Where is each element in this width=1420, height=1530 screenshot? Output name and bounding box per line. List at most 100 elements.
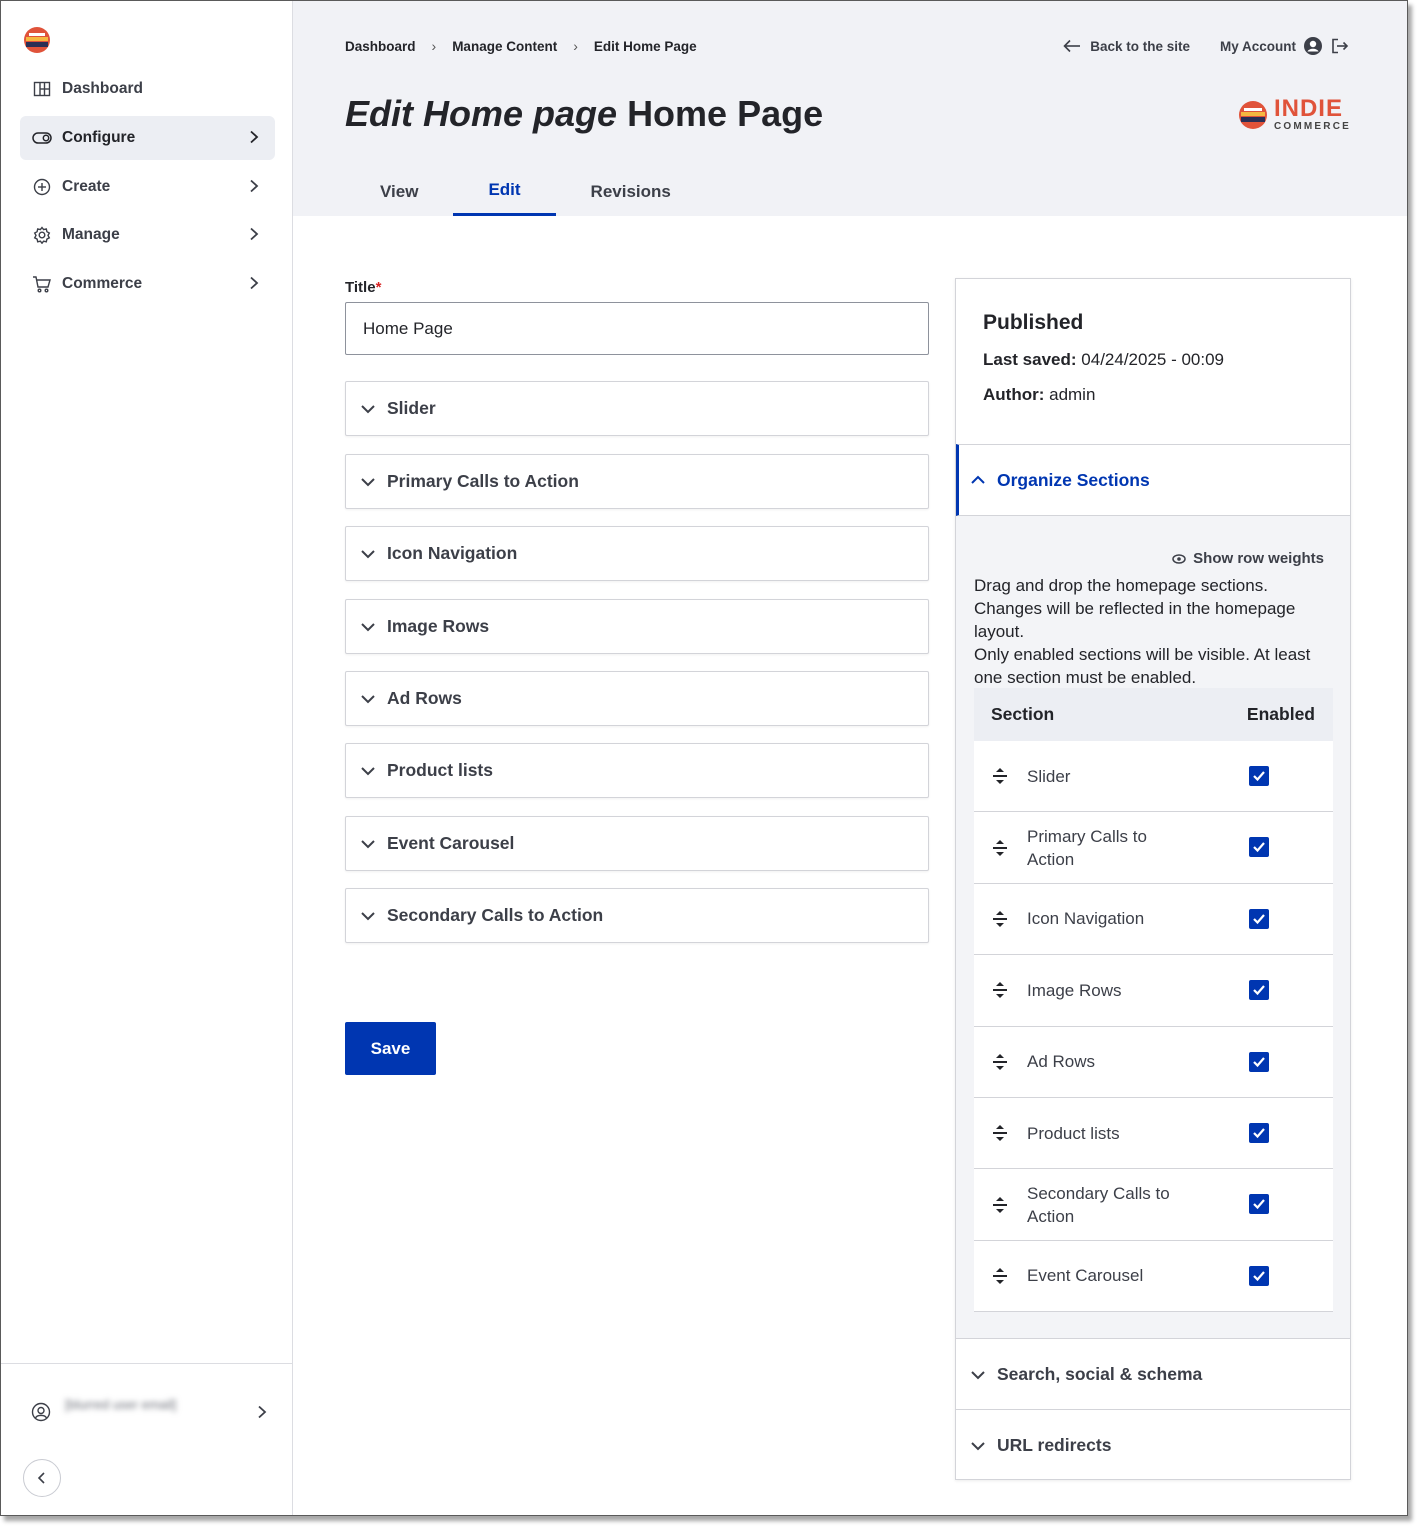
sidebar-item-dashboard[interactable]: Dashboard bbox=[20, 67, 275, 111]
sidebar-item-commerce[interactable]: Commerce bbox=[20, 262, 275, 306]
sidebar-item-label: Commerce bbox=[62, 275, 143, 292]
author-label: Author: bbox=[983, 385, 1045, 404]
title-label-text: Title bbox=[345, 279, 376, 296]
account-avatar-icon[interactable] bbox=[1303, 36, 1323, 56]
section-name: Ad Rows bbox=[1027, 1052, 1096, 1072]
enabled-checkbox[interactable] bbox=[1249, 908, 1269, 929]
enabled-checkbox[interactable] bbox=[1249, 1265, 1269, 1286]
section-name: Primary Calls to Action bbox=[1027, 826, 1147, 869]
chevron-right-icon bbox=[250, 227, 259, 241]
author: Author: admin bbox=[983, 385, 1095, 405]
breadcrumb-current: Edit Home Page bbox=[593, 38, 697, 54]
table-row: Event Carousel bbox=[974, 1240, 1333, 1313]
table-row: Product lists bbox=[974, 1097, 1333, 1170]
sidebar-item-create[interactable]: Create bbox=[20, 165, 275, 209]
collapse-sidebar-button[interactable] bbox=[23, 1459, 61, 1497]
show-row-weights-button[interactable]: Show row weights bbox=[1172, 550, 1324, 567]
eye-icon bbox=[1172, 553, 1186, 564]
section-name: Product lists bbox=[1027, 1123, 1120, 1143]
table-header: Section Enabled bbox=[974, 688, 1333, 741]
arrow-left-icon bbox=[1063, 39, 1081, 53]
table-row: Ad Rows bbox=[974, 1026, 1333, 1098]
drag-handle-icon[interactable] bbox=[992, 839, 1008, 857]
section-name: Slider bbox=[1027, 766, 1071, 786]
save-button[interactable]: Save bbox=[345, 1022, 436, 1075]
sidebar-item-label: Dashboard bbox=[62, 80, 143, 97]
breadcrumb-separator: › bbox=[573, 38, 578, 54]
back-link-label: Back to the site bbox=[1090, 38, 1190, 54]
enabled-checkbox[interactable] bbox=[1249, 766, 1269, 786]
accordion-ad-rows[interactable]: Ad Rows bbox=[345, 671, 929, 726]
indie-commerce-logo-icon bbox=[1238, 100, 1267, 129]
tab-view[interactable]: View bbox=[345, 167, 453, 216]
gear-icon bbox=[32, 225, 52, 245]
app-logo-icon[interactable] bbox=[22, 25, 52, 55]
drag-handle-icon[interactable] bbox=[992, 1124, 1008, 1142]
section-toggle-label: URL redirects bbox=[997, 1435, 1112, 1455]
accordion-icon-navigation[interactable]: Icon Navigation bbox=[345, 526, 929, 581]
check-icon bbox=[1253, 914, 1265, 924]
my-account-link[interactable]: My Account bbox=[1220, 39, 1296, 54]
enabled-checkbox[interactable] bbox=[1249, 1194, 1269, 1215]
accordion-slider[interactable]: Slider bbox=[345, 381, 929, 436]
chevron-left-icon bbox=[37, 1472, 45, 1484]
accordion-product-lists[interactable]: Product lists bbox=[345, 743, 929, 798]
organize-description-line: Only enabled sections will be visible. A… bbox=[974, 645, 1311, 687]
page-title-rest: Home Page bbox=[627, 93, 824, 134]
organize-sections-toggle[interactable]: Organize Sections bbox=[956, 444, 1350, 516]
section-name: Event Carousel bbox=[1027, 1266, 1144, 1286]
check-icon bbox=[1253, 1199, 1265, 1210]
organize-description-line: Drag and drop the homepage sections. Cha… bbox=[974, 576, 1296, 641]
logout-icon[interactable] bbox=[1331, 38, 1349, 54]
drag-handle-icon[interactable] bbox=[992, 1196, 1008, 1214]
accordion-event-carousel[interactable]: Event Carousel bbox=[345, 816, 929, 871]
accordion-image-rows[interactable]: Image Rows bbox=[345, 599, 929, 654]
breadcrumb-link-manage-content[interactable]: Manage Content bbox=[452, 39, 557, 54]
enabled-checkbox[interactable] bbox=[1249, 980, 1269, 1001]
url-redirects-toggle[interactable]: URL redirects bbox=[956, 1409, 1350, 1481]
column-header-section: Section bbox=[991, 704, 1055, 724]
user-email: [blurred user email] bbox=[65, 1397, 177, 1412]
last-saved-value: 04/24/2025 - 00:09 bbox=[1081, 350, 1225, 369]
drag-handle-icon[interactable] bbox=[992, 767, 1008, 785]
dashboard-icon bbox=[32, 79, 52, 99]
sidebar-item-label: Create bbox=[62, 178, 111, 195]
accordion-primary-calls-to-action[interactable]: Primary Calls to Action bbox=[345, 454, 929, 509]
organize-description: Drag and drop the homepage sections. Cha… bbox=[974, 574, 1334, 689]
chevron-right-icon bbox=[250, 179, 259, 193]
title-input[interactable] bbox=[345, 302, 929, 355]
chevron-right-icon bbox=[250, 130, 259, 144]
organize-sections-body: Show row weights Drag and drop the homep… bbox=[956, 516, 1350, 1338]
drag-handle-icon[interactable] bbox=[992, 1267, 1008, 1285]
plus-circle-icon bbox=[32, 177, 52, 197]
enabled-checkbox[interactable] bbox=[1249, 1051, 1269, 1072]
sidebar-item-label: Manage bbox=[62, 226, 120, 243]
sidebar-footer: [blurred user email] bbox=[1, 1363, 292, 1515]
breadcrumb-separator: › bbox=[431, 38, 437, 54]
search-social-schema-toggle[interactable]: Search, social & schema bbox=[956, 1338, 1350, 1410]
title-label: Title* bbox=[345, 279, 381, 296]
user-menu[interactable]: [blurred user email] bbox=[31, 1394, 271, 1430]
accordion-secondary-calls-to-action[interactable]: Secondary Calls to Action bbox=[345, 888, 929, 943]
drag-handle-icon[interactable] bbox=[992, 1053, 1008, 1071]
check-icon bbox=[1253, 771, 1265, 782]
sidebar-item-configure[interactable]: Configure bbox=[20, 116, 275, 160]
chevron-down-icon bbox=[360, 619, 376, 635]
chevron-right-icon bbox=[250, 276, 259, 290]
tab-edit[interactable]: Edit bbox=[453, 167, 556, 216]
drag-handle-icon[interactable] bbox=[992, 910, 1008, 928]
breadcrumb-link-dashboard[interactable]: Dashboard bbox=[345, 39, 416, 54]
back-to-site-link[interactable]: Back to the site bbox=[1063, 39, 1190, 54]
status-heading: Published bbox=[983, 311, 1084, 334]
enabled-checkbox[interactable] bbox=[1249, 837, 1269, 858]
last-saved: Last saved: 04/24/2025 - 00:09 bbox=[983, 350, 1224, 370]
enabled-checkbox[interactable] bbox=[1249, 1122, 1269, 1143]
chevron-down-icon bbox=[360, 546, 376, 562]
chevron-down-icon bbox=[970, 1367, 986, 1383]
cart-icon bbox=[32, 274, 52, 294]
sidebar-item-manage[interactable]: Manage bbox=[20, 213, 275, 257]
section-name: Icon Navigation bbox=[1027, 909, 1145, 929]
drag-handle-icon[interactable] bbox=[992, 981, 1008, 999]
chevron-down-icon bbox=[360, 763, 376, 779]
tab-revisions[interactable]: Revisions bbox=[556, 167, 706, 216]
